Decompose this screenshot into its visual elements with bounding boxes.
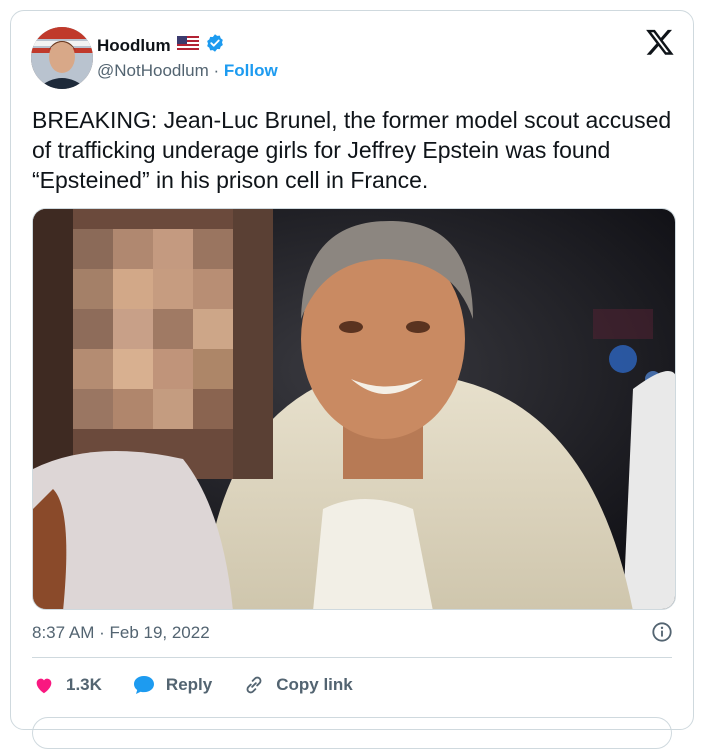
tweet-text: BREAKING: Jean-Luc Brunel, the former mo…: [32, 107, 672, 193]
read-replies-button[interactable]: [32, 717, 672, 749]
reply-button[interactable]: Reply: [132, 673, 212, 697]
info-icon[interactable]: [651, 621, 673, 643]
author-handle[interactable]: @NotHoodlum: [97, 61, 209, 80]
action-bar: 1.3K Reply Copy link: [32, 673, 383, 697]
like-count: 1.3K: [66, 675, 102, 694]
avatar[interactable]: [31, 27, 93, 89]
divider: [32, 657, 672, 658]
x-logo-icon[interactable]: [645, 27, 675, 57]
photo-image: [33, 209, 675, 609]
like-button[interactable]: 1.3K: [32, 673, 102, 697]
author-name[interactable]: Hoodlum: [97, 36, 171, 56]
author-handle-row: @NotHoodlum · Follow: [97, 61, 278, 81]
copy-link-label: Copy link: [276, 675, 353, 694]
tweet-card: Hoodlum @NotHoodlum · Follow BREAKING: J…: [10, 10, 694, 749]
reply-bubble-icon: [132, 673, 156, 697]
heart-icon: [32, 673, 56, 697]
link-icon: [242, 673, 266, 697]
follow-button[interactable]: Follow: [224, 61, 278, 80]
tweet-timestamp[interactable]: 8:37 AM · Feb 19, 2022: [32, 623, 210, 643]
copy-link-button[interactable]: Copy link: [242, 673, 353, 697]
handle-separator: ·: [208, 61, 224, 80]
us-flag-icon: [176, 36, 199, 55]
author-name-row: Hoodlum: [97, 33, 225, 58]
verified-badge-icon[interactable]: [205, 33, 225, 58]
tweet-photo[interactable]: [32, 208, 676, 610]
reply-label: Reply: [165, 675, 213, 694]
